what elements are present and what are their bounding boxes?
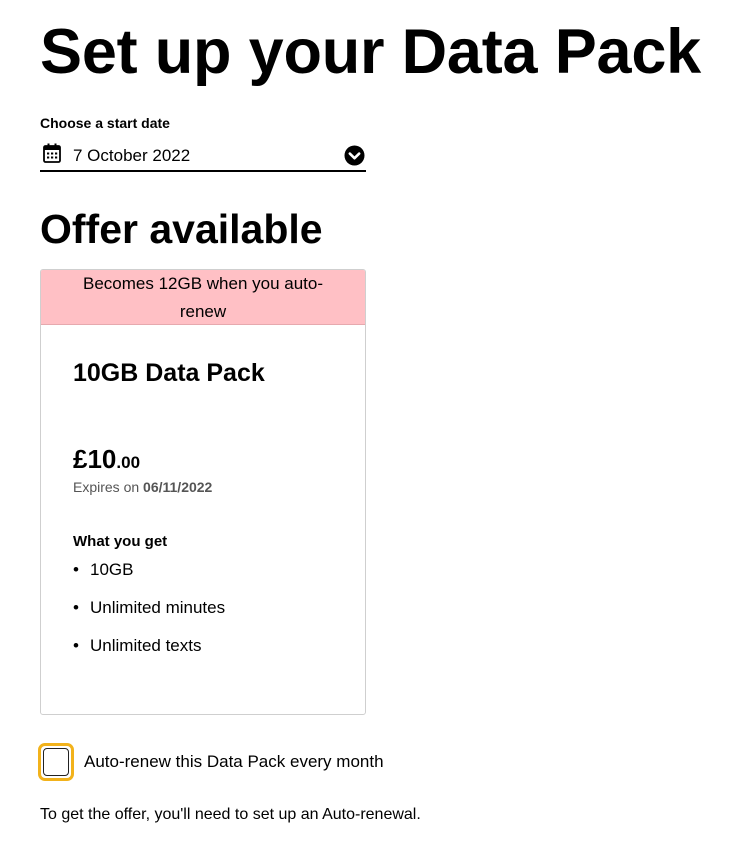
pack-name: 10GB Data Pack bbox=[73, 359, 265, 387]
benefit-text: 10GB bbox=[90, 560, 134, 579]
benefit-text: Unlimited minutes bbox=[90, 598, 226, 617]
list-item: • Unlimited texts bbox=[73, 636, 225, 674]
expiry-text: Expires on 06/11/2022 bbox=[73, 479, 212, 496]
expiry-date: 06/11/2022 bbox=[143, 479, 213, 495]
offer-banner: Becomes 12GB when you auto- renew bbox=[41, 270, 365, 325]
checkbox-box bbox=[43, 748, 69, 776]
start-date-label: Choose a start date bbox=[40, 115, 170, 131]
calendar-icon bbox=[43, 143, 61, 163]
benefits-title: What you get bbox=[73, 533, 168, 550]
start-date-value: 7 October 2022 bbox=[73, 146, 191, 165]
benefits-list: • 10GB • Unlimited minutes • Unlimited t… bbox=[73, 560, 225, 674]
list-item: • Unlimited minutes bbox=[73, 598, 225, 636]
list-item: • 10GB bbox=[73, 560, 225, 598]
offer-section-title: Offer available bbox=[40, 206, 323, 252]
offer-banner-text: renew bbox=[179, 302, 227, 321]
price-pounds: £10 bbox=[73, 444, 117, 474]
bullet-icon: • bbox=[73, 636, 79, 655]
expiry-prefix: Expires on bbox=[73, 479, 144, 495]
auto-renew-checkbox[interactable] bbox=[38, 743, 74, 781]
offer-banner-text: Becomes 12GB when you auto- bbox=[82, 274, 324, 293]
price-pence: .00 bbox=[116, 453, 141, 472]
auto-renew-label[interactable]: Auto-renew this Data Pack every month bbox=[84, 752, 384, 772]
offer-note: To get the offer, you'll need to set up … bbox=[40, 806, 421, 823]
benefit-text: Unlimited texts bbox=[90, 636, 202, 655]
price: £10.00 bbox=[73, 444, 140, 474]
start-date-select[interactable]: 7 October 2022 bbox=[40, 140, 366, 172]
offer-card: Becomes 12GB when you auto- renew 10GB D… bbox=[40, 269, 366, 715]
bullet-icon: • bbox=[73, 598, 79, 617]
page-title: Set up your Data Pack bbox=[40, 17, 702, 87]
chevron-down-icon[interactable] bbox=[344, 145, 365, 166]
bullet-icon: • bbox=[73, 560, 79, 579]
